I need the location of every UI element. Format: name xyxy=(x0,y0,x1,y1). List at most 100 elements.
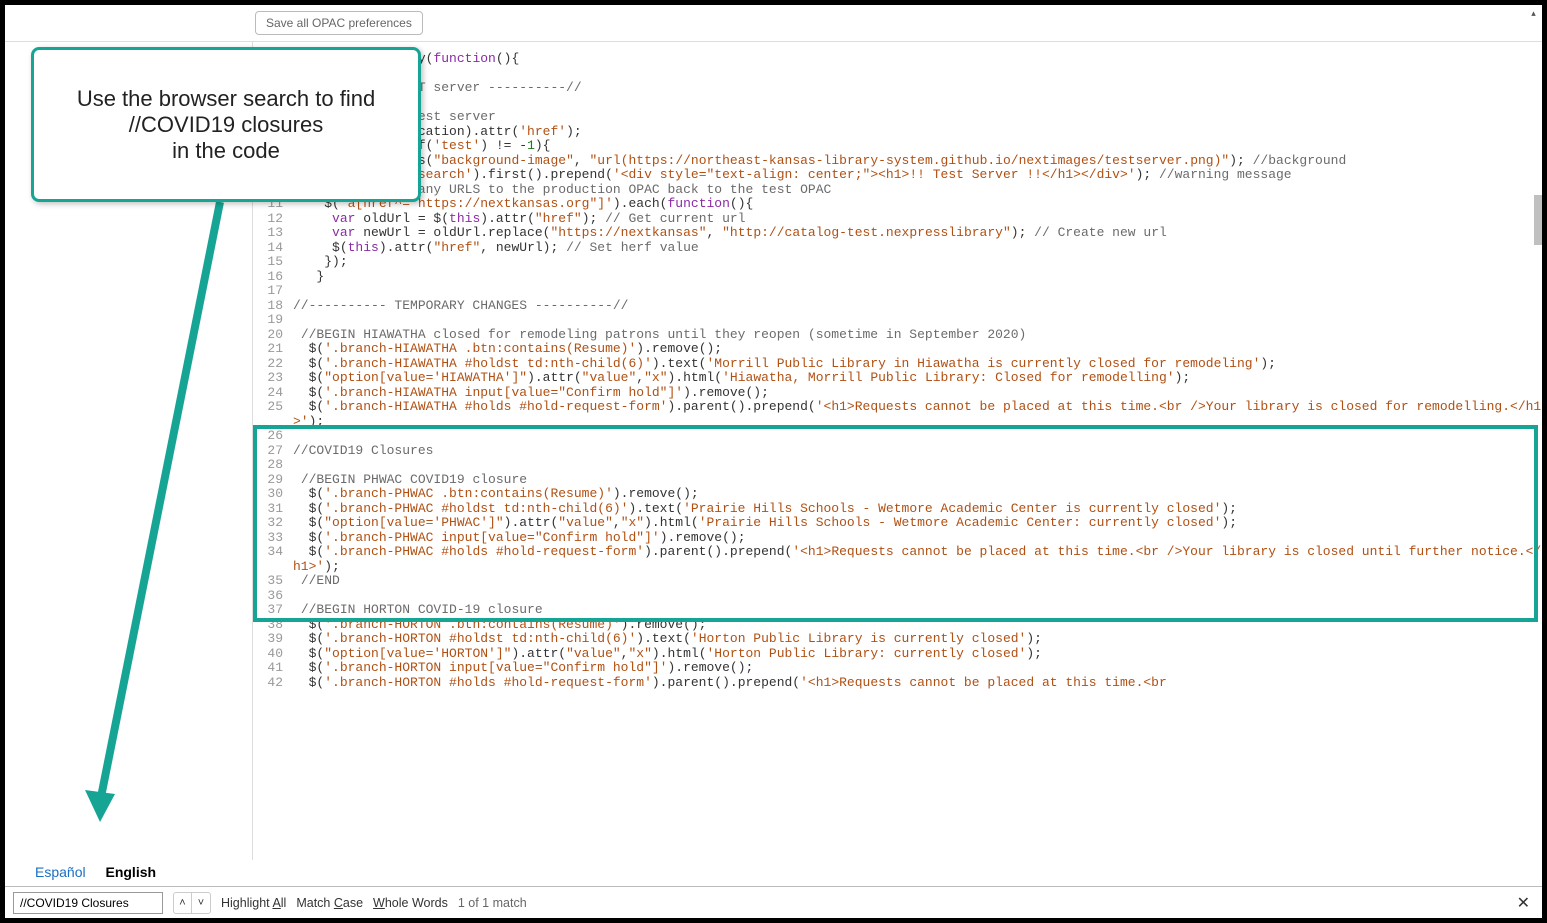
code-text[interactable]: $("option[value='HORTON']").attr("value"… xyxy=(293,647,1542,662)
code-text[interactable]: if(url.indexOf('test') != -1){ xyxy=(293,139,1542,154)
code-text[interactable]: $('.branch-PHWAC #holds #hold-request-fo… xyxy=(293,545,1542,574)
code-text[interactable]: $('.branch-HIAWATHA #holds #hold-request… xyxy=(293,400,1542,429)
code-text[interactable] xyxy=(293,313,1542,328)
code-line[interactable]: 14 $(this).attr("href", newUrl); // Set … xyxy=(253,241,1542,256)
code-text[interactable] xyxy=(293,67,1542,82)
code-line[interactable]: 22 $('.branch-HIAWATHA #holdst td:nth-ch… xyxy=(253,357,1542,372)
code-line[interactable]: 2 xyxy=(253,67,1542,82)
code-line[interactable]: 38 $('.branch-HORTON .btn:contains(Resum… xyxy=(253,618,1542,633)
code-text[interactable]: var oldUrl = $(this).attr("href"); // Ge… xyxy=(293,212,1542,227)
code-line[interactable]: 32 $("option[value='PHWAC']").attr("valu… xyxy=(253,516,1542,531)
code-text[interactable]: //BEGIN PHWAC COVID19 closure xyxy=(293,473,1542,488)
line-number: 13 xyxy=(253,226,293,241)
code-line[interactable]: 17 xyxy=(253,284,1542,299)
code-line[interactable]: 11 $('a[href^="https://nextkansas.org"]'… xyxy=(253,197,1542,212)
code-text[interactable]: $('.branch-PHWAC input[value="Confirm ho… xyxy=(293,531,1542,546)
code-text[interactable]: $('.branch-HORTON .btn:contains(Resume)'… xyxy=(293,618,1542,633)
code-line[interactable]: 13 var newUrl = oldUrl.replace("https://… xyxy=(253,226,1542,241)
code-line[interactable]: 35 //END xyxy=(253,574,1542,589)
code-text[interactable]: $('a[href^="https://nextkansas.org"]').e… xyxy=(293,197,1542,212)
toolbar-row: Save all OPAC preferences xyxy=(5,5,1542,41)
code-line[interactable]: 16 } xyxy=(253,270,1542,285)
code-line[interactable]: 34 $('.branch-PHWAC #holds #hold-request… xyxy=(253,545,1542,574)
code-text[interactable]: $("body").css("background-image", "url(h… xyxy=(293,154,1542,169)
code-line[interactable]: 30 $('.branch-PHWAC .btn:contains(Resume… xyxy=(253,487,1542,502)
code-line[interactable]: 4 xyxy=(253,96,1542,111)
find-next-button[interactable]: ˅ xyxy=(192,893,210,913)
code-text[interactable]: $('.branch-HORTON input[value="Confirm h… xyxy=(293,661,1542,676)
scroll-up-icon[interactable]: ▴ xyxy=(1525,5,1542,22)
code-text[interactable]: //---------- TEMPORARY CHANGES ---------… xyxy=(293,299,1542,314)
code-text[interactable]: //BEGIN alter test server xyxy=(293,110,1542,125)
code-text[interactable]: $('.branch-HIAWATHA input[value="Confirm… xyxy=(293,386,1542,401)
code-text[interactable]: $('.branch-HORTON #holds #hold-request-f… xyxy=(293,676,1542,691)
code-line[interactable]: 40 $("option[value='HORTON']").attr("val… xyxy=(253,647,1542,662)
close-findbar-button[interactable]: ✕ xyxy=(1513,893,1534,913)
code-line[interactable]: 29 //BEGIN PHWAC COVID19 closure xyxy=(253,473,1542,488)
highlight-all-option[interactable]: Highlight All xyxy=(221,896,286,910)
code-line[interactable]: 20 //BEGIN HIAWATHA closed for remodelin… xyxy=(253,328,1542,343)
code-line[interactable]: 31 $('.branch-PHWAC #holdst td:nth-child… xyxy=(253,502,1542,517)
code-text[interactable] xyxy=(293,429,1542,444)
code-line[interactable]: 37 //BEGIN HORTON COVID-19 closure xyxy=(253,603,1542,618)
code-text[interactable]: //END xyxy=(293,574,1542,589)
code-text[interactable] xyxy=(293,589,1542,604)
code-line[interactable]: 25 $('.branch-HIAWATHA #holds #hold-requ… xyxy=(253,400,1542,429)
code-line[interactable]: 36 xyxy=(253,589,1542,604)
code-area[interactable]: 1$(document).ready(function(){23//------… xyxy=(253,42,1542,690)
code-text[interactable]: $(document).ready(function(){ xyxy=(293,52,1542,67)
code-line[interactable]: 5 //BEGIN alter test server xyxy=(253,110,1542,125)
code-line[interactable]: 39 $('.branch-HORTON #holdst td:nth-chil… xyxy=(253,632,1542,647)
code-line[interactable]: 21 $('.branch-HIAWATHA .btn:contains(Res… xyxy=(253,342,1542,357)
whole-words-option[interactable]: Whole Words xyxy=(373,896,448,910)
code-text[interactable]: $('.branch-PHWAC #holdst td:nth-child(6)… xyxy=(293,502,1542,517)
match-case-option[interactable]: Match Case xyxy=(296,896,363,910)
code-text[interactable] xyxy=(293,458,1542,473)
code-line[interactable]: 3//---------- TEST server ----------// xyxy=(253,81,1542,96)
save-opac-button[interactable]: Save all OPAC preferences xyxy=(255,11,423,35)
code-text[interactable] xyxy=(293,284,1542,299)
code-line[interactable]: 24 $('.branch-HIAWATHA input[value="Conf… xyxy=(253,386,1542,401)
code-line[interactable]: 15 }); xyxy=(253,255,1542,270)
code-line[interactable]: 12 var oldUrl = $(this).attr("href"); //… xyxy=(253,212,1542,227)
code-text[interactable]: //redirects any URLS to the production O… xyxy=(293,183,1542,198)
find-prev-button[interactable]: ˄ xyxy=(174,893,192,913)
code-line[interactable]: 41 $('.branch-HORTON input[value="Confir… xyxy=(253,661,1542,676)
code-text[interactable]: $('.branch-HORTON #holdst td:nth-child(6… xyxy=(293,632,1542,647)
code-text[interactable]: $('.branch-PHWAC .btn:contains(Resume)')… xyxy=(293,487,1542,502)
code-text[interactable]: } xyxy=(293,270,1542,285)
code-line[interactable]: 6 var url = $(location).attr('href'); xyxy=(253,125,1542,140)
code-line[interactable]: 42 $('.branch-HORTON #holds #hold-reques… xyxy=(253,676,1542,691)
code-text[interactable]: //COVID19 Closures xyxy=(293,444,1542,459)
code-text[interactable]: $("option[value='HIAWATHA']").attr("valu… xyxy=(293,371,1542,386)
line-number: 24 xyxy=(253,386,293,401)
code-line[interactable]: 8 $("body").css("background-image", "url… xyxy=(253,154,1542,169)
code-text[interactable]: $('.mastheadsearch').first().prepend('<d… xyxy=(293,168,1542,183)
code-text[interactable]: var newUrl = oldUrl.replace("https://nex… xyxy=(293,226,1542,241)
code-line[interactable]: 27//COVID19 Closures xyxy=(253,444,1542,459)
find-input[interactable] xyxy=(13,892,163,914)
language-es-link[interactable]: Español xyxy=(35,864,86,880)
line-number: 16 xyxy=(253,270,293,285)
code-text[interactable] xyxy=(293,96,1542,111)
code-line[interactable]: 1$(document).ready(function(){ xyxy=(253,52,1542,67)
code-text[interactable]: }); xyxy=(293,255,1542,270)
code-text[interactable]: //BEGIN HORTON COVID-19 closure xyxy=(293,603,1542,618)
code-line[interactable]: 10 //redirects any URLS to the productio… xyxy=(253,183,1542,198)
code-editor[interactable]: 1$(document).ready(function(){23//------… xyxy=(253,42,1542,860)
code-text[interactable]: //BEGIN HIAWATHA closed for remodeling p… xyxy=(293,328,1542,343)
code-text[interactable]: $("option[value='PHWAC']").attr("value",… xyxy=(293,516,1542,531)
code-line[interactable]: 19 xyxy=(253,313,1542,328)
code-line[interactable]: 23 $("option[value='HIAWATHA']").attr("v… xyxy=(253,371,1542,386)
code-line[interactable]: 7 if(url.indexOf('test') != -1){ xyxy=(253,139,1542,154)
code-text[interactable]: $('.branch-HIAWATHA .btn:contains(Resume… xyxy=(293,342,1542,357)
code-line[interactable]: 26 xyxy=(253,429,1542,444)
code-line[interactable]: 28 xyxy=(253,458,1542,473)
code-text[interactable]: //---------- TEST server ----------// xyxy=(293,81,1542,96)
code-text[interactable]: $(this).attr("href", newUrl); // Set her… xyxy=(293,241,1542,256)
code-line[interactable]: 33 $('.branch-PHWAC input[value="Confirm… xyxy=(253,531,1542,546)
code-text[interactable]: $('.branch-HIAWATHA #holdst td:nth-child… xyxy=(293,357,1542,372)
code-text[interactable]: var url = $(location).attr('href'); xyxy=(293,125,1542,140)
code-line[interactable]: 18//---------- TEMPORARY CHANGES -------… xyxy=(253,299,1542,314)
code-line[interactable]: 9 $('.mastheadsearch').first().prepend('… xyxy=(253,168,1542,183)
